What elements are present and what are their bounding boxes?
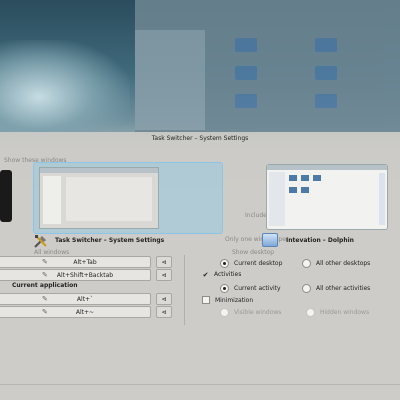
radio-icon: [302, 259, 311, 268]
wallpaper-glow: [0, 40, 130, 135]
current-application-heading: Current application: [12, 282, 78, 289]
thumbnail-form: [66, 177, 152, 221]
keyboard-icon: ✎: [42, 258, 48, 266]
switcher-item-label: Intevation – Dolphin: [286, 236, 354, 244]
option-label: All other desktops: [316, 260, 371, 267]
option-label: All other activities: [316, 285, 371, 292]
check-icon: ✔: [202, 270, 209, 279]
option-label: Visible windows: [234, 309, 282, 316]
radio-hidden-windows[interactable]: Hidden windows: [306, 308, 369, 317]
clear-shortcut-button[interactable]: ⊲: [156, 293, 172, 305]
folder-icon: [289, 175, 297, 181]
shortcut-row-walk-app: ✎ Alt+` ⊲: [0, 293, 172, 305]
folder-icon: [301, 187, 309, 193]
clear-shortcut-button[interactable]: ⊲: [156, 306, 172, 318]
clear-shortcut-button[interactable]: ⊲: [156, 269, 172, 281]
radio-icon: [220, 308, 229, 317]
window-thumbnail-partial[interactable]: [0, 170, 12, 222]
window-thumbnail-dolphin[interactable]: [266, 164, 388, 230]
faded-all-windows: All windows: [34, 249, 70, 256]
shortcut-row-walk-all: ✎ Alt+Tab ⊲: [0, 256, 172, 268]
thumbnail-sidebar: [43, 176, 61, 224]
shortcut-button-alt-tab[interactable]: ✎ Alt+Tab: [0, 256, 151, 268]
option-label: Minimization: [215, 296, 254, 304]
radio-all-other-desktops[interactable]: All other desktops: [302, 259, 370, 268]
shortcut-value: Alt+`: [76, 295, 94, 303]
option-label: Hidden windows: [320, 309, 370, 316]
shortcut-button-alt-shift-backtab[interactable]: ✎ Alt+Shift+Backtab: [0, 269, 151, 281]
folder-icon: [313, 175, 321, 181]
faded-desktop: Show desktop: [232, 249, 275, 256]
shortcut-row-walk-all-reverse: ✎ Alt+Shift+Backtab ⊲: [0, 269, 172, 281]
folder-icon: [301, 175, 309, 181]
column-divider: [184, 255, 185, 325]
radio-current-desktop[interactable]: Current desktop: [220, 259, 282, 268]
keyboard-icon: ✎: [42, 271, 48, 279]
radio-all-other-activities[interactable]: All other activities: [302, 284, 370, 293]
option-label: Current activity: [234, 285, 281, 292]
shortcut-row-walk-app-reverse: ✎ Alt+~ ⊲: [0, 306, 172, 318]
folder-icon: [235, 66, 257, 80]
switcher-title: Task Switcher – System Settings: [151, 135, 249, 142]
background-sidebar: [135, 30, 205, 130]
radio-icon: [306, 308, 315, 317]
radio-icon: [220, 284, 229, 293]
radio-current-activity[interactable]: Current activity: [220, 284, 281, 293]
folder-icon: [315, 38, 337, 52]
background-file-manager-window: [135, 0, 400, 135]
shortcut-value: Alt+~: [75, 308, 95, 316]
shortcut-button-alt-backtick[interactable]: ✎ Alt+`: [0, 293, 151, 305]
thumbnail-titlebar: [267, 165, 387, 170]
checkbox-minimization[interactable]: Minimization: [202, 296, 253, 304]
folder-icon: [235, 94, 257, 108]
folder-icon: [235, 38, 257, 52]
thumbnail-titlebar: [40, 168, 158, 173]
shortcut-value: Alt+Shift+Backtab: [56, 271, 114, 279]
option-label: Activities: [214, 271, 242, 278]
keyboard-icon: ✎: [42, 295, 48, 303]
folder-icon: [289, 187, 297, 193]
radio-icon: [302, 284, 311, 293]
switcher-item-dolphin[interactable]: Intevation – Dolphin: [262, 232, 354, 248]
thumbnail-preview: [39, 167, 159, 229]
folder-icon: [315, 66, 337, 80]
option-label: Current desktop: [234, 260, 283, 267]
keyboard-icon: ✎: [42, 308, 48, 316]
radio-icon: [220, 259, 229, 268]
thumbnail-scrollbar: [379, 173, 385, 225]
shortcut-value: Alt+Tab: [73, 258, 97, 266]
checkbox-icon: [202, 296, 210, 304]
thumbnail-sidebar: [269, 172, 285, 226]
clear-shortcut-button[interactable]: ⊲: [156, 256, 172, 268]
window-thumbnail-system-settings[interactable]: [33, 162, 223, 234]
radio-visible-windows[interactable]: Visible windows: [220, 308, 281, 317]
switcher-item-system-settings[interactable]: Task Switcher – System Settings: [33, 232, 164, 248]
bottom-divider: [0, 384, 400, 385]
tools-icon: [33, 233, 47, 248]
folder-icon: [315, 94, 337, 108]
shortcut-button-alt-tilde[interactable]: ✎ Alt+~: [0, 306, 151, 318]
checkbox-activities[interactable]: ✔ Activities: [202, 270, 242, 279]
dolphin-folder-icon: [262, 233, 278, 247]
switcher-item-label: Task Switcher – System Settings: [55, 236, 165, 244]
